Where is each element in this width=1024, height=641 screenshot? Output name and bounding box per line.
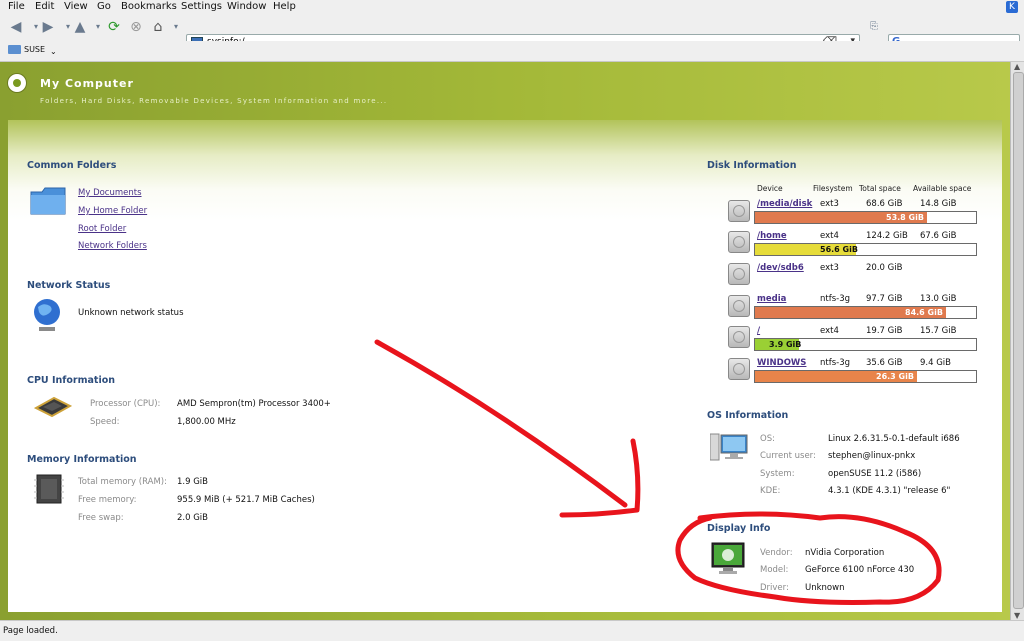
red-arrow-annotation (374, 339, 942, 605)
annotation-circle (675, 511, 942, 605)
scroll-up-icon[interactable]: ▲ (1014, 62, 1020, 71)
vertical-scrollbar[interactable]: ▲ ▼ (1010, 62, 1024, 620)
scroll-thumb[interactable] (1013, 72, 1024, 609)
scroll-down-icon[interactable]: ▼ (1014, 611, 1020, 620)
status-bar: Page loaded. (0, 620, 1024, 641)
arrow-shaft (374, 339, 628, 508)
status-text: Page loaded. (3, 626, 58, 636)
